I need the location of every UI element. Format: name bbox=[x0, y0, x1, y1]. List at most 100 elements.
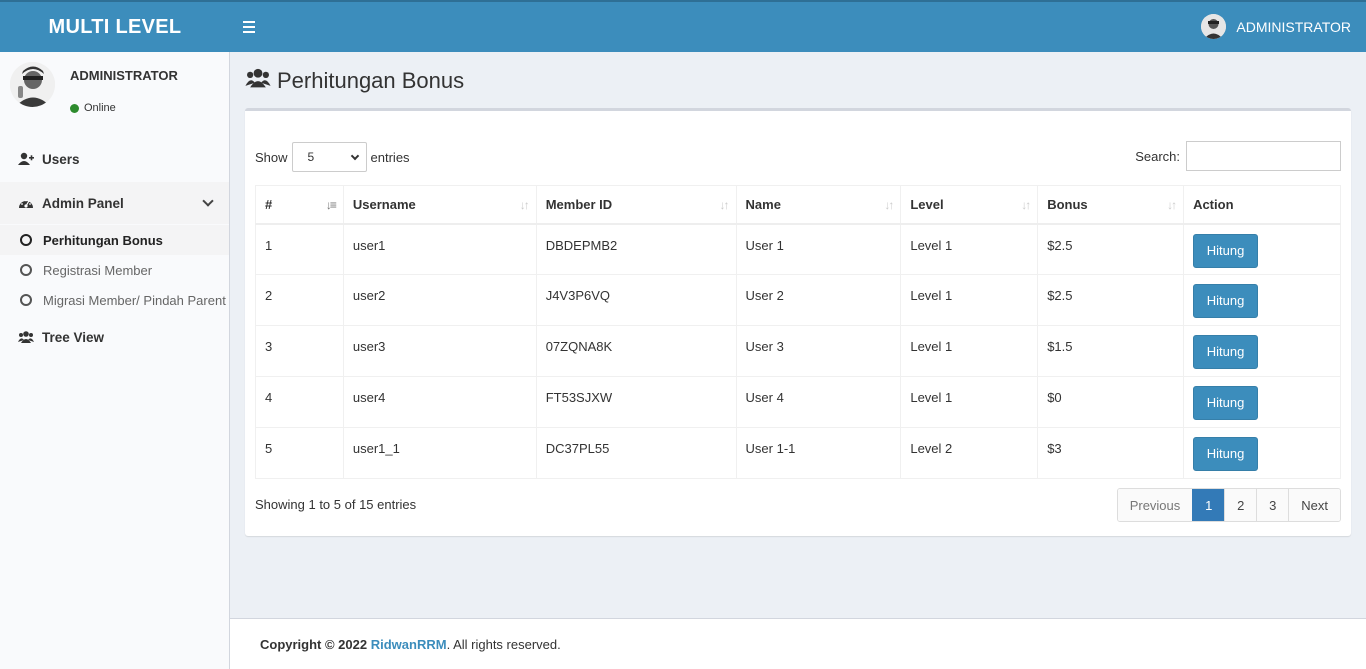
table-row: 4 user4 FT53SJXW User 4 Level 1 $0 Hitun… bbox=[255, 376, 1341, 428]
cell-name: User 3 bbox=[735, 325, 902, 377]
page-title: Perhitungan Bonus bbox=[245, 64, 464, 98]
avatar bbox=[10, 62, 55, 107]
pagination-page-2[interactable]: 2 bbox=[1224, 489, 1257, 521]
sidebar-item-users[interactable]: Users bbox=[0, 138, 229, 180]
cell-action: Hitung bbox=[1183, 274, 1341, 326]
cell-no: 1 bbox=[255, 223, 344, 275]
sidebar-subitem-label: Registrasi Member bbox=[43, 262, 153, 278]
hitung-button[interactable]: Hitung bbox=[1193, 437, 1259, 471]
sidebar-user-name: ADMINISTRATOR bbox=[70, 68, 178, 83]
column-header-no[interactable]: # ↓≡ bbox=[255, 185, 344, 225]
cell-no: 5 bbox=[255, 427, 344, 479]
sort-icon: ↓↑ bbox=[719, 198, 730, 212]
bonus-table: # ↓≡ Username ↓↑ Member ID ↓↑ Name ↓↑ Level ↓… bbox=[255, 185, 1341, 479]
sort-icon: ↓↑ bbox=[519, 198, 530, 212]
sidebar-item-tree-view[interactable]: Tree View bbox=[0, 316, 229, 358]
cell-member-id: FT53SJXW bbox=[535, 376, 737, 428]
pagination-page-3[interactable]: 3 bbox=[1256, 489, 1289, 521]
hitung-button[interactable]: Hitung bbox=[1193, 335, 1259, 369]
cell-name: User 1-1 bbox=[735, 427, 902, 479]
search-label: Search: bbox=[1135, 148, 1180, 164]
user-menu[interactable]: ADMINISTRATOR bbox=[1201, 14, 1351, 39]
cell-no: 2 bbox=[255, 274, 344, 326]
cell-no: 4 bbox=[255, 376, 344, 428]
footer-rights: . All rights reserved. bbox=[446, 636, 561, 652]
cell-member-id: DC37PL55 bbox=[535, 427, 737, 479]
cell-username: user1_1 bbox=[342, 427, 537, 479]
column-header-bonus[interactable]: Bonus ↓↑ bbox=[1037, 185, 1185, 225]
page-title-text: Perhitungan Bonus bbox=[277, 68, 465, 93]
circle-icon bbox=[20, 264, 32, 276]
pagination-next[interactable]: Next bbox=[1288, 489, 1340, 521]
chevron-down-icon bbox=[202, 195, 214, 207]
pagination: Previous 1 2 3 Next bbox=[1116, 488, 1341, 522]
table-search: Search: bbox=[1135, 141, 1341, 171]
users-icon bbox=[18, 329, 34, 345]
user-status-text: Online bbox=[84, 102, 116, 114]
cell-level: Level 1 bbox=[900, 223, 1039, 275]
footer-author-link[interactable]: RidwanRRM bbox=[371, 637, 447, 652]
cell-username: user3 bbox=[342, 325, 537, 377]
sort-icon: ↓↑ bbox=[884, 198, 894, 212]
cell-level: Level 2 bbox=[900, 427, 1039, 479]
cell-username: user4 bbox=[342, 376, 537, 428]
cell-member-id: 07ZQNA8K bbox=[535, 325, 737, 377]
column-header-level[interactable]: Level ↓↑ bbox=[900, 185, 1039, 225]
entries-select-value: 5 bbox=[307, 150, 315, 164]
top-navbar: MULTI LEVEL ADMINISTRATOR bbox=[0, 0, 1366, 52]
cell-bonus: $1.5 bbox=[1037, 325, 1185, 377]
pagination-page-1[interactable]: 1 bbox=[1192, 489, 1225, 521]
sidebar-toggle-icon[interactable] bbox=[243, 17, 259, 37]
cell-no: 3 bbox=[255, 325, 344, 377]
sidebar-subitem-registrasi-member[interactable]: Registrasi Member bbox=[0, 255, 229, 285]
cell-bonus: $0 bbox=[1037, 376, 1185, 428]
hitung-button[interactable]: Hitung bbox=[1193, 284, 1259, 318]
cell-bonus: $2.5 bbox=[1037, 274, 1185, 326]
table-row: 1 user1 DBDEPMB2 User 1 Level 1 $2.5 Hit… bbox=[255, 223, 1341, 275]
cell-level: Level 1 bbox=[900, 325, 1039, 377]
cell-name: User 1 bbox=[735, 223, 902, 275]
sort-icon: ↓↑ bbox=[1021, 198, 1031, 212]
sidebar-subitem-label: Migrasi Member/ Pindah Parent bbox=[43, 292, 226, 308]
cell-level: Level 1 bbox=[900, 274, 1039, 326]
footer-copyright: Copyright © 2022 bbox=[260, 636, 368, 652]
cell-action: Hitung bbox=[1183, 325, 1341, 377]
cell-bonus: $2.5 bbox=[1037, 223, 1185, 275]
footer: Copyright © 2022 RidwanRRM. All rights r… bbox=[230, 618, 1366, 669]
cell-action: Hitung bbox=[1183, 376, 1341, 428]
cell-member-id: J4V3P6VQ bbox=[535, 274, 737, 326]
hitung-button[interactable]: Hitung bbox=[1193, 233, 1259, 268]
column-header-username[interactable]: Username ↓↑ bbox=[342, 185, 537, 225]
avatar bbox=[1201, 14, 1227, 39]
cell-level: Level 1 bbox=[900, 376, 1039, 428]
users-icon bbox=[245, 67, 271, 95]
user-status: Online bbox=[70, 102, 116, 114]
entries-label: entries bbox=[370, 149, 410, 165]
user-plus-icon bbox=[18, 151, 34, 167]
cell-action: Hitung bbox=[1183, 223, 1341, 275]
cell-name: User 2 bbox=[735, 274, 902, 326]
sidebar-item-label: Users bbox=[42, 151, 80, 167]
user-panel: ADMINISTRATOR Online bbox=[10, 62, 220, 114]
cell-name: User 4 bbox=[735, 376, 902, 428]
search-input[interactable] bbox=[1186, 141, 1341, 171]
entries-select[interactable]: 5 bbox=[291, 142, 367, 172]
cell-bonus: $3 bbox=[1037, 427, 1185, 479]
hitung-button[interactable]: Hitung bbox=[1193, 386, 1259, 420]
cell-action: Hitung bbox=[1183, 427, 1341, 479]
online-status-icon bbox=[70, 103, 79, 113]
sidebar-subitem-perhitungan-bonus[interactable]: Perhitungan Bonus bbox=[0, 225, 229, 255]
column-header-member-id[interactable]: Member ID ↓↑ bbox=[535, 185, 737, 225]
sort-ascending-icon: ↓≡ bbox=[325, 198, 337, 212]
pagination-previous[interactable]: Previous bbox=[1117, 489, 1193, 521]
chevron-down-icon bbox=[350, 151, 359, 160]
entries-length-control: Show 5 entries bbox=[255, 142, 410, 172]
circle-icon bbox=[20, 234, 32, 246]
cell-username: user2 bbox=[342, 274, 537, 326]
table-row: 3 user3 07ZQNA8K User 3 Level 1 $1.5 Hit… bbox=[255, 325, 1341, 377]
app-logo[interactable]: MULTI LEVEL bbox=[0, 2, 230, 52]
column-header-name[interactable]: Name ↓↑ bbox=[735, 185, 902, 225]
sidebar-item-admin-panel[interactable]: Admin Panel bbox=[0, 182, 229, 224]
sidebar-subitem-migrasi-member[interactable]: Migrasi Member/ Pindah Parent bbox=[0, 285, 229, 315]
content-box: Show 5 entries Search: # ↓≡ Username ↓↑ Me… bbox=[245, 108, 1351, 536]
